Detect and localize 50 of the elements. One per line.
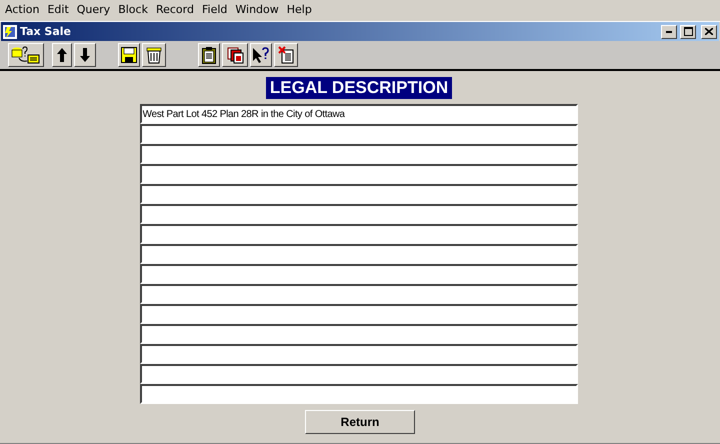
menu-item[interactable]: Query <box>76 3 116 16</box>
minimize-icon <box>666 30 672 32</box>
clipboard-icon <box>202 46 216 64</box>
description-field[interactable] <box>140 204 578 224</box>
description-field[interactable] <box>140 184 578 204</box>
close-button[interactable] <box>701 24 717 38</box>
description-field[interactable] <box>140 164 578 184</box>
maximize-button[interactable] <box>680 24 696 38</box>
maximize-icon <box>684 27 692 36</box>
return-button[interactable]: Return <box>305 410 415 434</box>
description-field[interactable] <box>140 284 578 304</box>
description-field[interactable]: West Part Lot 452 Plan 28R in the City of Ottawa <box>140 104 578 124</box>
close-document-icon <box>278 46 294 64</box>
toolbar-button[interactable] <box>198 43 220 67</box>
copy-pages-icon <box>226 46 244 64</box>
toolbar-button[interactable] <box>142 43 166 67</box>
menu-item[interactable]: Edit <box>46 3 74 16</box>
database-query-icon <box>11 46 41 64</box>
section-heading: LEGAL DESCRIPTION <box>266 77 452 99</box>
toolbar-button[interactable] <box>52 43 72 67</box>
trash-can-icon <box>146 46 162 64</box>
description-field[interactable] <box>140 344 578 364</box>
app-icon <box>3 24 17 38</box>
toolbar-button[interactable] <box>274 43 298 67</box>
description-field[interactable] <box>140 224 578 244</box>
menu-item[interactable]: Help <box>286 3 317 16</box>
menu-item[interactable]: Action <box>4 3 44 16</box>
toolbar-button[interactable] <box>74 43 96 67</box>
help-pointer-icon <box>252 46 270 64</box>
description-field[interactable] <box>140 244 578 264</box>
description-field[interactable] <box>140 124 578 144</box>
toolbar-button[interactable] <box>222 43 248 67</box>
menu-item[interactable]: Block <box>117 3 153 16</box>
menu-item[interactable]: Record <box>154 3 199 16</box>
description-field[interactable] <box>140 144 578 164</box>
menu-item[interactable]: Field <box>200 3 232 16</box>
down-arrow-icon <box>80 48 90 62</box>
close-icon <box>705 28 713 35</box>
description-field[interactable] <box>140 324 578 344</box>
window-title: Tax Sale <box>20 25 72 38</box>
description-field[interactable] <box>140 364 578 384</box>
up-arrow-icon <box>57 48 67 62</box>
toolbar-button[interactable] <box>250 43 272 67</box>
menu-item[interactable]: Window <box>234 3 284 16</box>
minimize-button[interactable] <box>661 24 677 38</box>
description-field[interactable] <box>140 384 578 404</box>
description-field[interactable] <box>140 264 578 284</box>
toolbar-button[interactable] <box>8 43 44 67</box>
description-field[interactable] <box>140 304 578 324</box>
toolbar-button[interactable] <box>118 43 140 67</box>
